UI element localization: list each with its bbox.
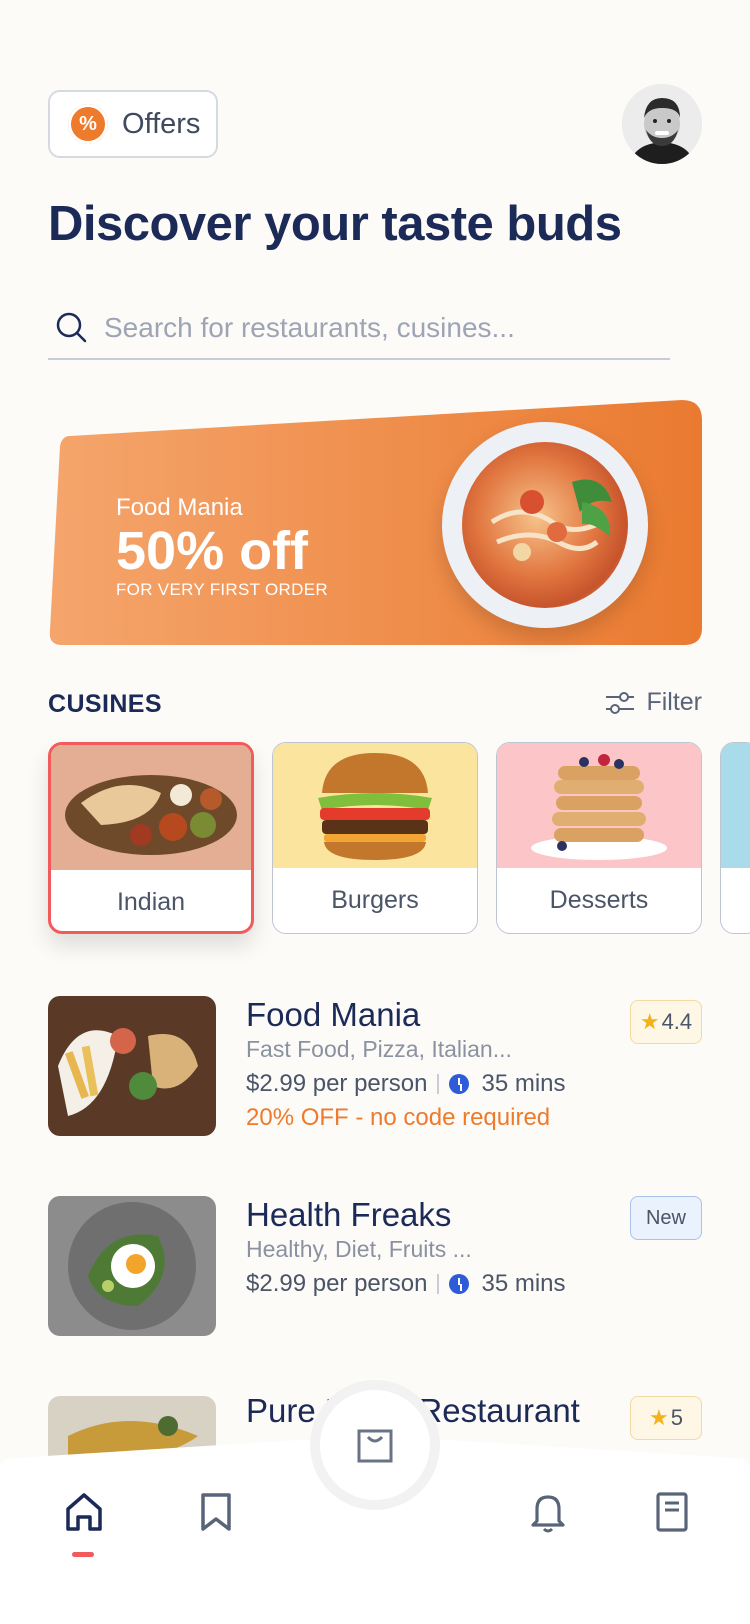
banner-subtitle: FOR VERY FIRST ORDER <box>116 580 328 599</box>
search-bar[interactable] <box>48 298 670 360</box>
cuisine-card-burgers[interactable]: Burgers <box>272 742 478 934</box>
tab-notifications[interactable] <box>518 1482 578 1542</box>
cuisine-label: Indian <box>116 887 186 916</box>
search-input[interactable] <box>104 312 644 344</box>
cuisine-card-partial[interactable] <box>720 742 750 934</box>
cuisine-card-desserts[interactable]: Desserts <box>496 742 702 934</box>
indian-food-image <box>51 745 251 870</box>
delivery-time: 35 mins <box>481 1070 566 1097</box>
restaurant-image <box>48 1196 216 1336</box>
restaurant-tags: Healthy, Diet, Fruits ... <box>246 1236 472 1262</box>
offers-badge-icon: % <box>68 104 108 144</box>
restaurant-name: Food Mania <box>246 996 421 1033</box>
filter-button[interactable]: Filter <box>604 688 702 717</box>
avatar-image <box>622 84 702 164</box>
price: $2.99 per person <box>246 1070 428 1097</box>
avatar[interactable] <box>622 84 702 164</box>
cuisines-title: CUSINES <box>48 690 162 718</box>
restaurant-meta: $2.99 per person 35 mins <box>246 1070 566 1098</box>
new-badge: New <box>630 1196 702 1240</box>
restaurant-card-food-mania[interactable]: Food Mania Fast Food, Pizza, Italian... … <box>48 996 702 1136</box>
bottom-tab-bar <box>0 1380 750 1624</box>
rating-badge: ★ 4.4 <box>630 1000 702 1044</box>
cuisine-label: Desserts <box>549 885 649 914</box>
filter-icon <box>606 691 635 714</box>
filter-label: Filter <box>646 688 702 716</box>
rating-value: 4.4 <box>661 1009 693 1034</box>
cart-button[interactable] <box>310 1380 440 1510</box>
clock-icon <box>449 1074 470 1094</box>
clock-icon <box>449 1274 470 1294</box>
banner-food-image <box>442 422 648 628</box>
search-icon <box>56 312 87 343</box>
tab-orders[interactable] <box>642 1482 702 1542</box>
burger-image <box>273 743 477 868</box>
cuisine-card-indian[interactable]: Indian <box>48 742 254 934</box>
star-icon: ★ <box>649 1405 669 1430</box>
promo-banner[interactable]: Food Mania 50% off FOR VERY FIRST ORDER <box>48 400 702 645</box>
divider <box>437 1074 440 1094</box>
bookmark-icon <box>201 1493 231 1531</box>
delivery-time: 35 mins <box>481 1270 566 1297</box>
restaurant-tags: Fast Food, Pizza, Italian... <box>246 1036 512 1062</box>
offers-button[interactable]: % Offers <box>48 90 218 158</box>
tab-home[interactable] <box>54 1482 114 1542</box>
banner-deal: 50% off <box>116 521 309 581</box>
pancakes-image <box>497 743 701 868</box>
offers-label: Offers <box>122 107 201 140</box>
rating-badge: ★ 5 <box>630 1396 702 1440</box>
star-icon: ★ <box>639 1009 660 1034</box>
tab-saved[interactable] <box>186 1482 246 1542</box>
price: $2.99 per person <box>246 1270 428 1297</box>
restaurant-name: Health Freaks <box>246 1196 452 1233</box>
cuisine-label: Burgers <box>331 885 419 914</box>
cuisine-carousel[interactable]: Indian Burgers Desserts <box>48 742 750 934</box>
cart-icon <box>357 1429 393 1463</box>
page-title: Discover your taste buds <box>48 197 622 251</box>
active-tab-indicator <box>72 1552 94 1557</box>
banner-brand: Food Mania <box>116 494 243 521</box>
restaurant-offer: 20% OFF - no code required <box>246 1104 551 1131</box>
restaurant-meta: $2.99 per person 35 mins <box>246 1270 566 1298</box>
rating-value: 5 <box>670 1405 683 1430</box>
orders-icon <box>656 1492 688 1532</box>
home-icon <box>66 1493 102 1531</box>
divider <box>437 1274 440 1294</box>
restaurant-card-health-freaks[interactable]: Health Freaks Healthy, Diet, Fruits ... … <box>48 1196 702 1336</box>
bell-icon <box>531 1495 565 1533</box>
restaurant-image <box>48 996 216 1136</box>
